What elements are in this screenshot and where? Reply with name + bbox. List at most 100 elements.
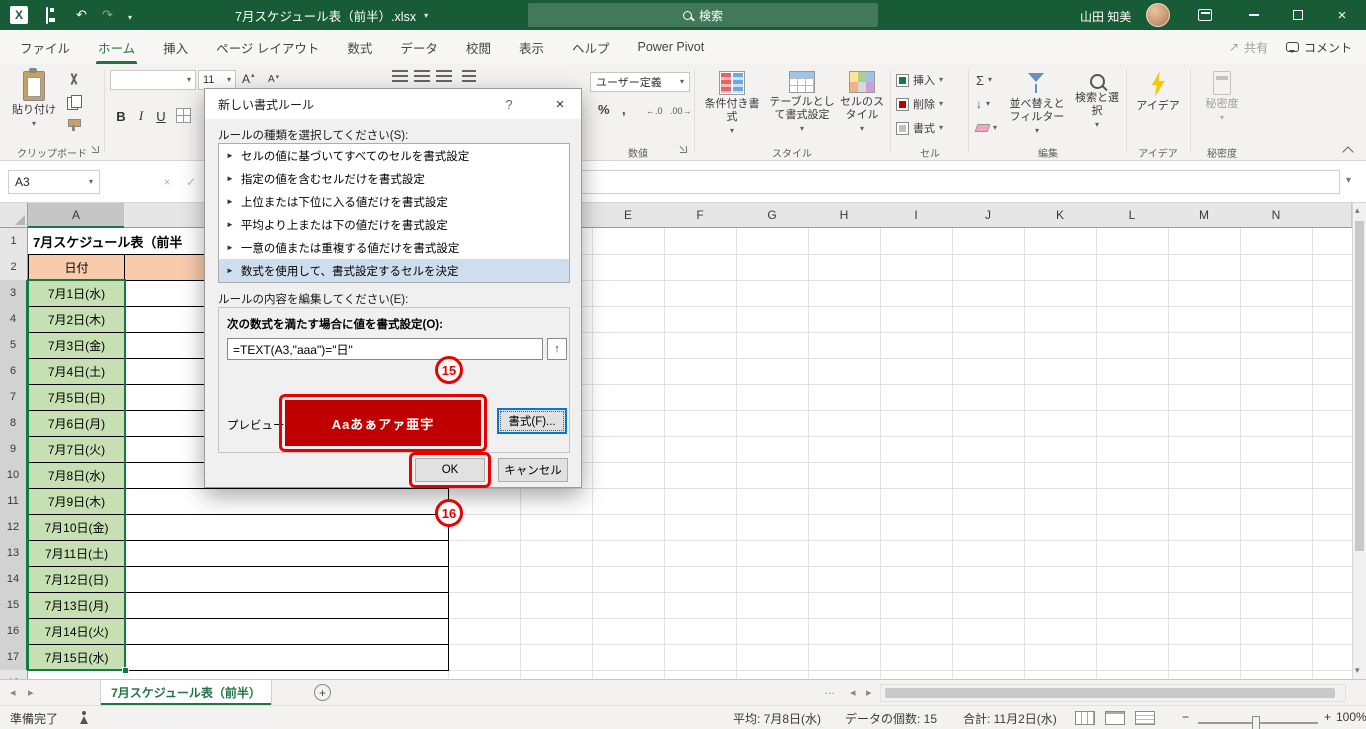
ribbon-tab-ヘルプ[interactable]: ヘルプ: [558, 30, 624, 64]
column-header-K[interactable]: K: [1024, 203, 1097, 228]
fill-handle[interactable]: [122, 667, 129, 674]
redo-button[interactable]: ↷: [102, 8, 113, 22]
date-cell-A16[interactable]: 7月14日(火): [28, 618, 125, 645]
search-box[interactable]: 検索: [528, 3, 878, 27]
name-box[interactable]: A3 ▾: [8, 170, 100, 194]
column-header-L[interactable]: L: [1096, 203, 1169, 228]
qat-customize-caret-icon[interactable]: ▾: [128, 11, 132, 25]
collapse-ribbon-button[interactable]: [1342, 146, 1354, 158]
delete-cells-button[interactable]: 削除 ▾: [896, 94, 943, 114]
select-all-button[interactable]: [0, 203, 28, 228]
dialog-help-button[interactable]: ?: [492, 89, 526, 119]
date-cell-A3[interactable]: 7月1日(水): [28, 280, 125, 307]
row-header-6[interactable]: 6: [0, 358, 28, 385]
cell-B17[interactable]: [124, 644, 449, 671]
sort-filter-button[interactable]: 並べ替えとフィルター ▾: [1006, 68, 1068, 135]
ideas-button[interactable]: アイデア: [1132, 68, 1184, 113]
date-cell-A11[interactable]: 7月9日(木): [28, 488, 125, 515]
ribbon-tab-数式[interactable]: 数式: [333, 30, 386, 64]
fill-button[interactable]: ↓ ▾: [976, 94, 990, 114]
align-top-button[interactable]: [392, 70, 408, 82]
align-middle-button[interactable]: [414, 70, 430, 82]
italic-button[interactable]: I: [132, 106, 150, 126]
zoom-level[interactable]: 100%: [1336, 710, 1366, 724]
horizontal-scrollbar[interactable]: [880, 684, 1346, 702]
user-name[interactable]: 山田 知美: [1080, 8, 1131, 25]
date-cell-A7[interactable]: 7月5日(日): [28, 384, 125, 411]
font-size-select[interactable]: 11 ▾: [198, 70, 236, 90]
find-select-button[interactable]: 検索と選択 ▾: [1072, 68, 1122, 129]
row-header-10[interactable]: 10: [0, 462, 28, 489]
format-button[interactable]: 書式(F)...: [497, 408, 567, 434]
clipboard-dialog-launcher[interactable]: [90, 144, 100, 154]
percent-style-button[interactable]: %: [598, 102, 610, 117]
cell-B15[interactable]: [124, 592, 449, 619]
comments-button[interactable]: コメント: [1285, 39, 1352, 56]
formula-enter-button[interactable]: ✓: [180, 170, 202, 194]
cell-B16[interactable]: [124, 618, 449, 645]
number-format-select[interactable]: ユーザー定義 ▾: [590, 72, 690, 92]
decrease-decimal-button[interactable]: .00→: [670, 106, 692, 116]
borders-button[interactable]: [176, 108, 191, 123]
zoom-slider-handle[interactable]: [1252, 716, 1260, 729]
ribbon-tab-表示[interactable]: 表示: [505, 30, 558, 64]
row-header-12[interactable]: 12: [0, 514, 28, 541]
font-name-select[interactable]: ▾: [110, 70, 196, 90]
increase-decimal-button[interactable]: ←.0: [646, 106, 663, 116]
cell-B11[interactable]: [124, 488, 449, 515]
column-header-H[interactable]: H: [808, 203, 881, 228]
undo-button[interactable]: ↶: [76, 8, 87, 22]
maximize-button[interactable]: [1276, 0, 1320, 30]
insert-cells-button[interactable]: 挿入 ▾: [896, 70, 943, 90]
zoom-in-button[interactable]: +: [1324, 710, 1331, 724]
column-header-N[interactable]: N: [1240, 203, 1313, 228]
date-cell-A6[interactable]: 7月4日(土): [28, 358, 125, 385]
format-painter-button[interactable]: [66, 116, 82, 132]
row-header-4[interactable]: 4: [0, 306, 28, 333]
row-header-1[interactable]: 1: [0, 228, 28, 255]
cell-A2[interactable]: 日付: [28, 254, 125, 281]
column-header-E[interactable]: E: [592, 203, 665, 228]
rule-type-option[interactable]: ► 平均より上または下の値だけを書式設定: [219, 213, 569, 236]
column-header-M[interactable]: M: [1168, 203, 1241, 228]
rule-type-option[interactable]: ► 上位または下位に入る値だけを書式設定: [219, 190, 569, 213]
hscroll-left-icon[interactable]: ◂: [850, 686, 856, 699]
close-button[interactable]: ×: [1320, 0, 1364, 30]
cut-button[interactable]: [66, 72, 82, 88]
sheet-tab-active[interactable]: 7月スケジュール表（前半）: [100, 680, 272, 705]
ribbon-tab-ページ レイアウト[interactable]: ページ レイアウト: [202, 30, 333, 64]
sheet-scroll-right-icon[interactable]: ▸: [28, 686, 34, 699]
date-cell-A14[interactable]: 7月12日(日): [28, 566, 125, 593]
ribbon-tab-校閲[interactable]: 校閲: [452, 30, 505, 64]
date-cell-A5[interactable]: 7月3日(金): [28, 332, 125, 359]
format-as-table-button[interactable]: テーブルとして書式設定 ▾: [768, 68, 836, 133]
date-cell-A15[interactable]: 7月13日(月): [28, 592, 125, 619]
row-header-9[interactable]: 9: [0, 436, 28, 463]
conditional-formatting-button[interactable]: 条件付き書式 ▾: [700, 68, 764, 135]
column-header-J[interactable]: J: [952, 203, 1025, 228]
comma-style-button[interactable]: ,: [622, 102, 626, 117]
date-cell-A12[interactable]: 7月10日(金): [28, 514, 125, 541]
row-header-15[interactable]: 15: [0, 592, 28, 619]
zoom-out-button[interactable]: −: [1182, 710, 1189, 724]
date-cell-A17[interactable]: 7月15日(水): [28, 644, 125, 671]
row-header-16[interactable]: 16: [0, 618, 28, 645]
ribbon-tab-データ[interactable]: データ: [386, 30, 452, 64]
wrap-text-button[interactable]: [462, 70, 476, 82]
rule-type-option[interactable]: ► セルの値に基づいてすべてのセルを書式設定: [219, 144, 569, 167]
row-header-18[interactable]: 18: [0, 670, 28, 679]
date-cell-A8[interactable]: 7月6日(月): [28, 410, 125, 437]
column-header-partial[interactable]: [1312, 203, 1352, 228]
autosum-button[interactable]: Σ ▾: [976, 70, 992, 90]
rule-type-option[interactable]: ► 指定の値を含むセルだけを書式設定: [219, 167, 569, 190]
collapse-dialog-button[interactable]: ↑: [547, 338, 567, 360]
paste-button[interactable]: 貼り付け ▾: [8, 68, 60, 128]
row-header-14[interactable]: 14: [0, 566, 28, 593]
vertical-scrollbar[interactable]: ▴ ▾: [1352, 203, 1366, 679]
expand-formula-bar-icon[interactable]: ▾: [1346, 175, 1351, 186]
page-layout-view-button[interactable]: [1105, 711, 1125, 725]
decrease-font-button[interactable]: A ▾: [268, 74, 279, 85]
column-header-F[interactable]: F: [664, 203, 737, 228]
sheet-scroll-left-icon[interactable]: ◂: [10, 686, 16, 699]
page-break-view-button[interactable]: [1135, 711, 1155, 725]
